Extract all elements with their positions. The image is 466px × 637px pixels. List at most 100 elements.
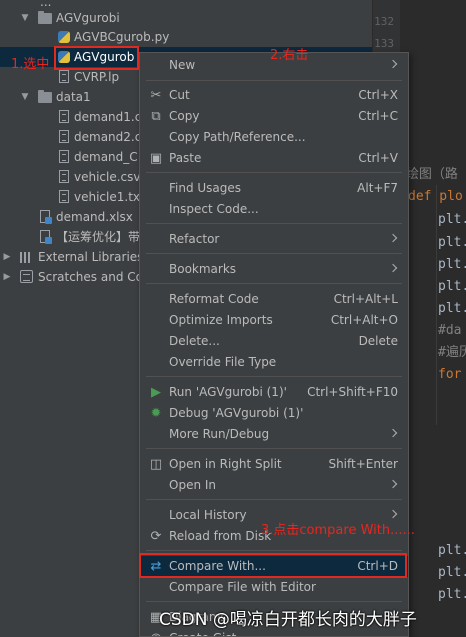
- menu-item-reformat-code[interactable]: Reformat Code Ctrl+Alt+L: [140, 289, 408, 310]
- menu-item-open-right-split[interactable]: ◫ Open in Right Split Shift+Enter: [140, 454, 408, 475]
- menu-separator: [146, 223, 402, 224]
- context-menu: New ✂ Cut Ctrl+X ⧉ Copy Ctrl+C Copy Path…: [139, 52, 409, 637]
- menu-separator: [146, 283, 402, 284]
- code-line: def plo: [408, 189, 463, 204]
- menu-item-copy-path[interactable]: Copy Path/Reference...: [140, 127, 408, 148]
- chevron-right-icon[interactable]: ▶: [1, 267, 13, 287]
- menu-item-label: Compare File with Editor: [169, 580, 316, 594]
- code-line: plt.: [438, 543, 466, 558]
- menu-separator: [146, 172, 402, 173]
- chevron-right-icon: [388, 428, 398, 438]
- menu-item-label: Open In: [169, 478, 217, 492]
- line-number: 133: [374, 37, 394, 50]
- menu-item-refactor[interactable]: Refactor: [140, 229, 408, 250]
- libraries-icon: [20, 252, 32, 263]
- text-file-icon: [59, 190, 69, 203]
- menu-item-label: Refactor: [169, 232, 220, 246]
- split-icon: ◫: [149, 457, 163, 472]
- menu-item-find-usages[interactable]: Find Usages Alt+F7: [140, 178, 408, 199]
- menu-item-bookmarks[interactable]: Bookmarks: [140, 259, 408, 280]
- code-line: plt.: [438, 257, 466, 272]
- tree-item-label: CVRP.lp: [74, 70, 120, 84]
- tree-item-label: demand.xlsx: [56, 210, 133, 224]
- menu-item-paste[interactable]: ▣ Paste Ctrl+V: [140, 148, 408, 169]
- text-file-icon: [59, 70, 69, 83]
- paste-icon: ▣: [149, 151, 163, 166]
- menu-item-run[interactable]: ▶ Run 'AGVgurobi (1)' Ctrl+Shift+F10: [140, 382, 408, 403]
- chevron-down-icon[interactable]: ▼: [19, 8, 31, 28]
- debug-icon: ✹: [150, 406, 162, 421]
- menu-item-more-run-debug[interactable]: More Run/Debug: [140, 424, 408, 445]
- chevron-right-icon: [388, 233, 398, 243]
- tree-item-label: AGVgurobi: [56, 11, 120, 25]
- code-line: plt.: [438, 235, 466, 250]
- scratches-icon: [20, 270, 33, 283]
- menu-item-label: Local History: [169, 508, 247, 522]
- tree-item-label: AGVBCgurob.py: [74, 30, 170, 44]
- copy-icon: ⧉: [151, 109, 161, 124]
- text-file-icon: [59, 150, 69, 163]
- chevron-down-icon[interactable]: ▼: [19, 87, 31, 107]
- annotation-step2: 2.右击: [270, 48, 309, 63]
- menu-separator: [146, 80, 402, 81]
- menu-separator: [146, 376, 402, 377]
- menu-item-label: More Run/Debug: [169, 427, 270, 441]
- menu-item-shortcut: Ctrl+Alt+L: [333, 292, 398, 306]
- menu-item-label: Run 'AGVgurobi (1)': [169, 385, 287, 399]
- menu-item-delete[interactable]: Delete... Delete: [140, 331, 408, 352]
- menu-item-debug[interactable]: ✹ Debug 'AGVgurobi (1)': [140, 403, 408, 424]
- code-editor[interactable]: #绘图（路 def plo plt. plt. plt. plt. plt. #…: [400, 0, 466, 637]
- menu-item-label: Find Usages: [169, 181, 242, 195]
- menu-item-shortcut: Shift+Enter: [328, 457, 398, 471]
- run-icon: ▶: [151, 385, 161, 400]
- code-line: plt.: [438, 279, 466, 294]
- indent-guide: [436, 185, 437, 425]
- annotation-box-selected-file: [54, 46, 139, 70]
- menu-separator: [146, 253, 402, 254]
- code-line: plt.: [438, 587, 466, 602]
- code-line: #da: [438, 323, 462, 338]
- menu-item-open-in[interactable]: Open In: [140, 475, 408, 496]
- chevron-right-icon: [388, 263, 398, 273]
- annotation-box-compare-with: [139, 553, 407, 578]
- menu-item-shortcut: Ctrl+X: [358, 88, 398, 102]
- menu-separator: [146, 448, 402, 449]
- code-line: for: [438, 367, 462, 382]
- tree-item-label: data1: [56, 90, 91, 104]
- folder-icon: [38, 90, 52, 103]
- menu-separator: [146, 601, 402, 602]
- menu-item-compare-file-with-editor[interactable]: Compare File with Editor: [140, 577, 408, 598]
- menu-item-label: Inspect Code...: [169, 202, 259, 216]
- tree-item-label: demand_C: [74, 150, 138, 164]
- tree-item-label: vehicle1.txt: [74, 190, 145, 204]
- menu-item-optimize-imports[interactable]: Optimize Imports Ctrl+Alt+O: [140, 310, 408, 331]
- menu-item-cut[interactable]: ✂ Cut Ctrl+X: [140, 85, 408, 106]
- menu-item-label: Paste: [169, 151, 202, 165]
- menu-item-inspect-code[interactable]: Inspect Code...: [140, 199, 408, 220]
- chevron-right-icon[interactable]: ▶: [1, 247, 13, 267]
- python-file-icon: [58, 31, 70, 43]
- line-number: 132: [374, 15, 394, 28]
- code-line: plt.: [438, 565, 466, 580]
- tree-row-file[interactable]: AGVBCgurob.py: [0, 27, 372, 47]
- github-icon: ◉: [149, 632, 163, 637]
- menu-item-label: Override File Type: [169, 355, 277, 369]
- code-line: plt.: [438, 301, 466, 316]
- chevron-right-icon: [388, 59, 398, 69]
- document-file-icon: [40, 230, 52, 244]
- menu-separator: [146, 499, 402, 500]
- annotation-step3: 3.点击compare With......: [261, 523, 415, 538]
- menu-separator: [146, 550, 402, 551]
- menu-item-override-file-type[interactable]: Override File Type: [140, 352, 408, 373]
- code-line: #遍历: [438, 345, 466, 360]
- menu-item-label: Copy: [169, 109, 200, 123]
- scissors-icon: ✂: [150, 88, 162, 103]
- annotation-step1: 1.选中: [11, 57, 50, 72]
- menu-item-label: New: [169, 58, 196, 72]
- menu-item-shortcut: Ctrl+C: [358, 109, 398, 123]
- tree-item-label: demand2.c: [74, 130, 142, 144]
- tree-row-agvgurobi-folder[interactable]: ▼ AGVgurobi: [0, 8, 372, 28]
- menu-item-copy[interactable]: ⧉ Copy Ctrl+C: [140, 106, 408, 127]
- menu-item-label: Optimize Imports: [169, 313, 273, 327]
- text-file-icon: [59, 170, 69, 183]
